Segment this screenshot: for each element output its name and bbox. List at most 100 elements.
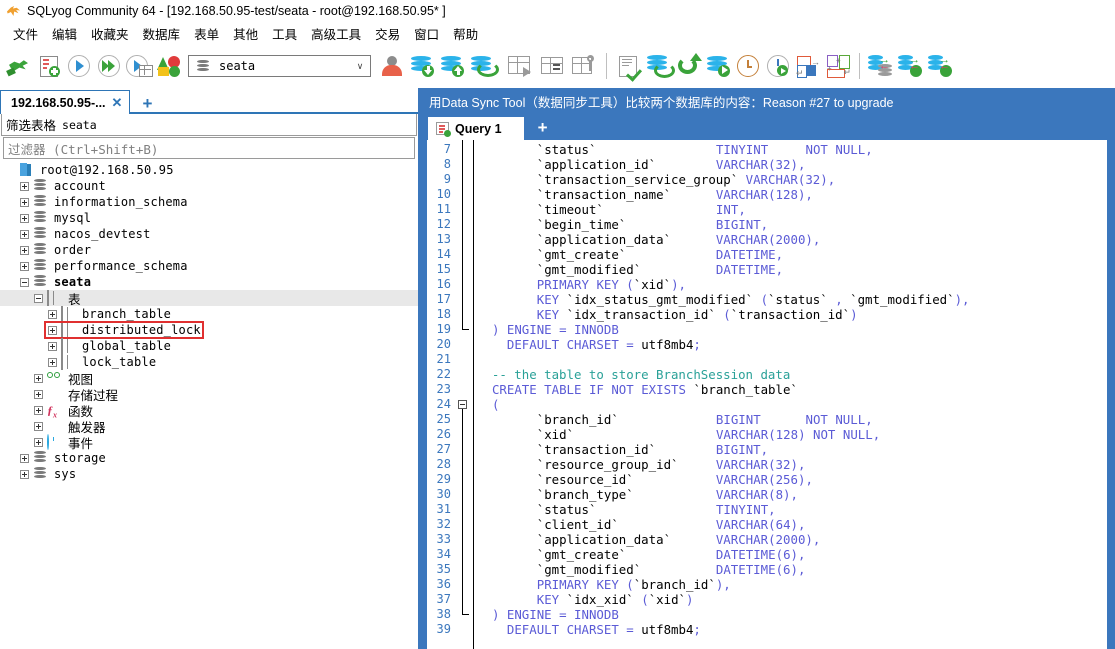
tree-expander-collapsed[interactable]	[48, 357, 57, 367]
data-sync-ok-icon[interactable]: → ←	[896, 50, 926, 82]
sql-editor[interactable]: 7 8 9 10 11 12 13 14 15 16 17 18 19 20 21 22 23 24 25 26 27 2…	[421, 140, 1115, 649]
code-line[interactable]: `gmt_create` DATETIME(6),	[477, 547, 1115, 562]
query-builder-icon[interactable]	[613, 50, 643, 82]
execute-all-queries-icon[interactable]	[94, 50, 124, 82]
close-icon[interactable]: ✕	[112, 96, 123, 109]
editor-code-area[interactable]: `status` TINYINT NOT NULL, `application_…	[473, 140, 1115, 649]
new-connection-icon[interactable]	[4, 50, 34, 82]
new-query-tab-icon[interactable]	[34, 50, 64, 82]
tree-expander-collapsed[interactable]	[20, 245, 29, 255]
code-line[interactable]: PRIMARY KEY (`xid`),	[477, 277, 1115, 292]
tree-node-seata[interactable]: seata	[0, 274, 418, 290]
tree-expander-collapsed[interactable]	[20, 213, 29, 223]
code-line[interactable]: KEY `idx_status_gmt_modified` (`status` …	[477, 292, 1115, 307]
schema-designer-icon[interactable]	[154, 50, 184, 82]
execute-query-icon[interactable]	[64, 50, 94, 82]
code-line[interactable]: `application_id` VARCHAR(32),	[477, 157, 1115, 172]
tree-node-account[interactable]: account	[0, 178, 418, 194]
tree-node-[interactable]: 存储过程	[0, 386, 418, 403]
tree-expander-collapsed[interactable]	[20, 229, 29, 239]
code-line[interactable]: DEFAULT CHARSET = utf8mb4;	[477, 622, 1115, 637]
tree-expander-collapsed[interactable]	[34, 421, 43, 431]
code-line[interactable]: CREATE TABLE IF NOT EXISTS `branch_table…	[477, 382, 1115, 397]
code-line[interactable]: `resource_id` VARCHAR(256),	[477, 472, 1115, 487]
refresh-icon[interactable]	[673, 50, 703, 82]
code-line[interactable]	[477, 352, 1115, 367]
backup-database-icon[interactable]	[407, 50, 437, 82]
code-line[interactable]: ) ENGINE = INNODB	[477, 607, 1115, 622]
menu-form[interactable]: 表单	[187, 23, 226, 44]
code-line[interactable]: PRIMARY KEY (`branch_id`),	[477, 577, 1115, 592]
data-sync-alt-icon[interactable]: → ←	[926, 50, 956, 82]
add-connection-tab-button[interactable]: +	[142, 95, 152, 114]
user-manager-icon[interactable]	[377, 50, 407, 82]
tree-node-[interactable]: 表	[0, 290, 418, 307]
menu-other[interactable]: 其他	[226, 23, 265, 44]
code-line[interactable]: `gmt_modified` DATETIME(6),	[477, 562, 1115, 577]
tree-expander-collapsed[interactable]	[20, 453, 29, 463]
code-line[interactable]: `resource_group_id` VARCHAR(32),	[477, 457, 1115, 472]
tree-node-distributed_lock[interactable]: distributed_lock	[0, 322, 418, 338]
tree-node-order[interactable]: order	[0, 242, 418, 258]
tree-expander-collapsed[interactable]	[34, 405, 43, 415]
menu-transaction[interactable]: 交易	[368, 23, 407, 44]
tree-node-performance_schema[interactable]: performance_schema	[0, 258, 418, 274]
code-line[interactable]: ) ENGINE = INNODB	[477, 322, 1115, 337]
tree-expander-expanded[interactable]	[20, 277, 29, 287]
menu-help[interactable]: 帮助	[446, 23, 485, 44]
tree-node-branch_table[interactable]: branch_table	[0, 306, 418, 322]
tree-expander-expanded[interactable]	[34, 293, 43, 303]
code-line[interactable]: `application_data` VARCHAR(2000),	[477, 232, 1115, 247]
code-line[interactable]: `begin_time` BIGINT,	[477, 217, 1115, 232]
code-line[interactable]: `timeout` INT,	[477, 202, 1115, 217]
menu-tools[interactable]: 工具	[265, 23, 304, 44]
table-diagnostics-icon[interactable]	[536, 50, 568, 82]
sync-database-icon[interactable]	[467, 50, 499, 82]
connection-tab[interactable]: 192.168.50.95-... ✕	[0, 90, 131, 114]
code-line[interactable]: `xid` VARCHAR(128) NOT NULL,	[477, 427, 1115, 442]
tree-expander-collapsed[interactable]	[48, 309, 57, 319]
split-layout-icon[interactable]: → ↵	[793, 50, 823, 82]
tree-expander-collapsed[interactable]	[34, 373, 43, 383]
tree-node-[interactable]: 视图	[0, 370, 418, 387]
menu-advanced-tools[interactable]: 高级工具	[304, 23, 368, 44]
copy-database-icon[interactable]	[703, 50, 733, 82]
database-selector[interactable]: seata ∨	[188, 55, 371, 77]
table-key-icon[interactable]	[568, 50, 600, 82]
code-line[interactable]: `branch_type` VARCHAR(8),	[477, 487, 1115, 502]
execute-query-new-tab-icon[interactable]	[124, 50, 154, 82]
tree-expander-collapsed[interactable]	[20, 261, 29, 271]
code-line[interactable]: DEFAULT CHARSET = utf8mb4;	[477, 337, 1115, 352]
table-export-icon[interactable]	[504, 50, 536, 82]
code-line[interactable]: `transaction_id` BIGINT,	[477, 442, 1115, 457]
tree-node-sys[interactable]: sys	[0, 466, 418, 482]
code-line[interactable]: `status` TINYINT NOT NULL,	[477, 142, 1115, 157]
run-job-icon[interactable]	[763, 50, 793, 82]
object-tree[interactable]: root@192.168.50.95 account information_sch…	[0, 159, 418, 649]
tree-node-[interactable]: ƒx 函数	[0, 402, 418, 419]
code-line[interactable]: `client_id` VARCHAR(64),	[477, 517, 1115, 532]
menu-edit[interactable]: 编辑	[45, 23, 84, 44]
tree-node-mysql[interactable]: mysql	[0, 210, 418, 226]
tree-expander-collapsed[interactable]	[34, 437, 43, 447]
data-sync-icon[interactable]: → ←	[866, 50, 896, 82]
query-tab[interactable]: Query 1	[428, 117, 524, 140]
menu-database[interactable]: 数据库	[136, 23, 188, 44]
fold-toggle-collapse[interactable]	[458, 400, 467, 409]
restore-database-icon[interactable]	[437, 50, 467, 82]
tree-expander-collapsed[interactable]	[48, 325, 57, 335]
tree-node-[interactable]: 触发器	[0, 418, 418, 435]
code-line[interactable]: (	[477, 397, 1115, 412]
menu-favorites[interactable]: 收藏夹	[84, 23, 136, 44]
code-line[interactable]: KEY `idx_transaction_id` (`transaction_i…	[477, 307, 1115, 322]
tree-node-nacos_devtest[interactable]: nacos_devtest	[0, 226, 418, 242]
tree-node-[interactable]: 事件	[0, 434, 418, 451]
editor-fold-column[interactable]	[455, 140, 473, 649]
tree-node-storage[interactable]: storage	[0, 450, 418, 466]
code-line[interactable]: `branch_id` BIGINT NOT NULL,	[477, 412, 1115, 427]
tree-expander-collapsed[interactable]	[20, 181, 29, 191]
menu-window[interactable]: 窗口	[407, 23, 446, 44]
code-line[interactable]: `gmt_create` DATETIME,	[477, 247, 1115, 262]
code-line[interactable]: `transaction_name` VARCHAR(128),	[477, 187, 1115, 202]
code-line[interactable]: KEY `idx_xid` (`xid`)	[477, 592, 1115, 607]
